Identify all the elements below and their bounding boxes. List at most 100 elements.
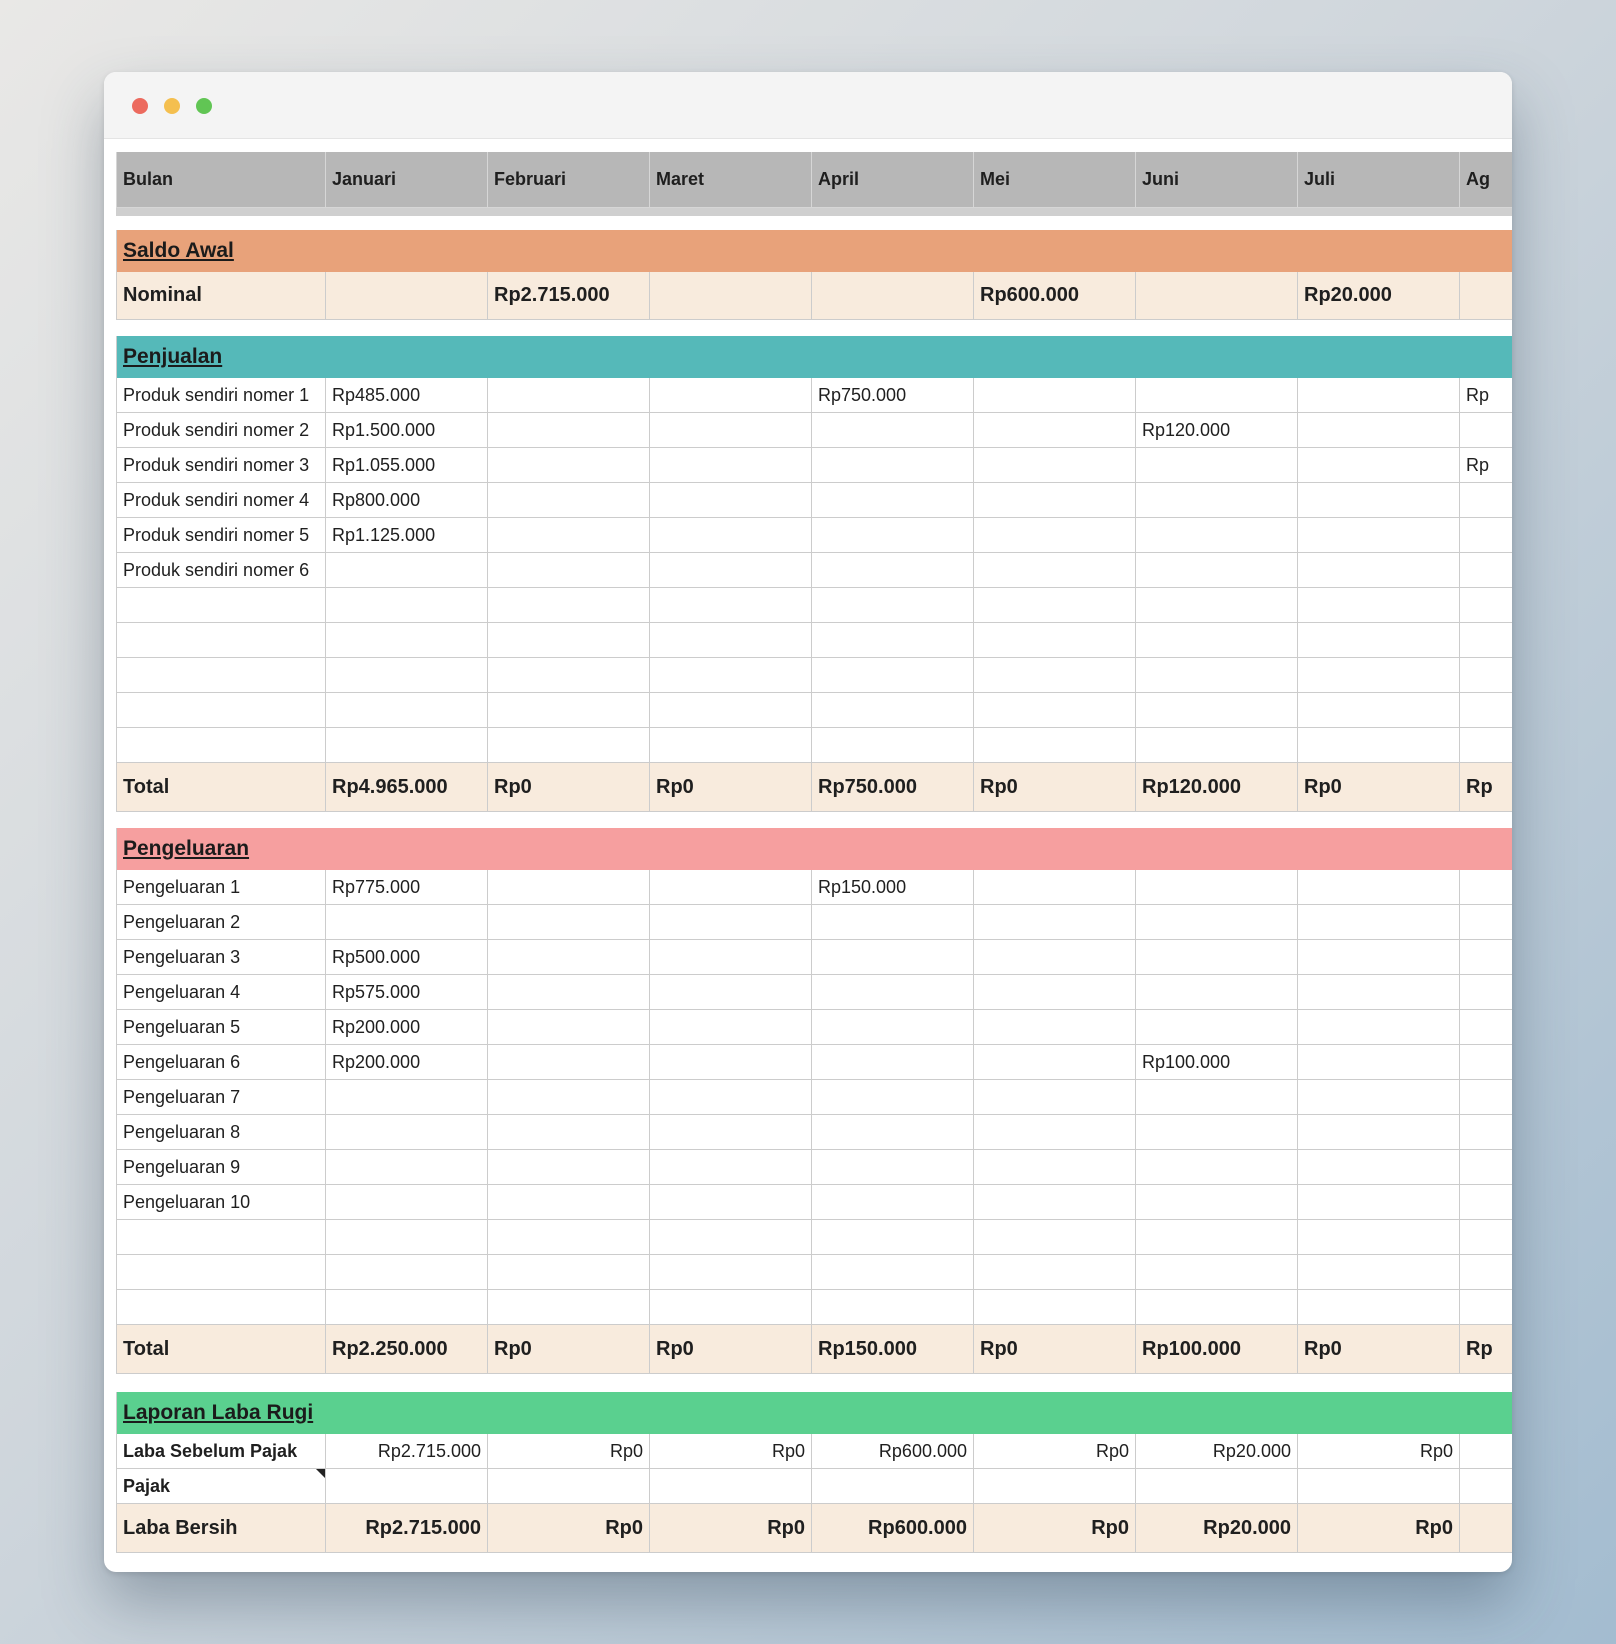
penjualan-item-cell[interactable] xyxy=(1460,623,1512,658)
pengeluaran-item-label[interactable]: Pengeluaran 6 xyxy=(116,1045,326,1080)
pengeluaran-item-cell[interactable] xyxy=(1460,870,1512,905)
pengeluaran-total-cell[interactable]: Rp0 xyxy=(974,1325,1136,1374)
penjualan-item-cell[interactable] xyxy=(1298,518,1460,553)
penjualan-item-cell[interactable] xyxy=(326,623,488,658)
pengeluaran-item-label[interactable] xyxy=(116,1255,326,1290)
penjualan-item-cell[interactable] xyxy=(812,693,974,728)
header-month[interactable]: Maret xyxy=(650,152,812,208)
penjualan-item-cell[interactable] xyxy=(326,728,488,763)
pengeluaran-item-cell[interactable] xyxy=(488,1255,650,1290)
saldo-awal-nominal-cell[interactable]: Rp20.000 xyxy=(1298,272,1460,320)
pengeluaran-item-cell[interactable] xyxy=(650,1010,812,1045)
penjualan-item-label[interactable]: Produk sendiri nomer 6 xyxy=(116,553,326,588)
penjualan-item-cell[interactable] xyxy=(1136,588,1298,623)
penjualan-item-cell[interactable]: Rp xyxy=(1460,378,1512,413)
pengeluaran-item-cell[interactable] xyxy=(1136,1185,1298,1220)
pengeluaran-item-cell[interactable] xyxy=(488,1010,650,1045)
pengeluaran-item-cell[interactable] xyxy=(974,975,1136,1010)
pengeluaran-item-cell[interactable] xyxy=(1298,1080,1460,1115)
header-month[interactable]: Februari xyxy=(488,152,650,208)
penjualan-item-cell[interactable] xyxy=(974,483,1136,518)
saldo-awal-nominal-cell[interactable] xyxy=(812,272,974,320)
penjualan-item-cell[interactable]: Rp485.000 xyxy=(326,378,488,413)
pengeluaran-total-cell[interactable]: Rp0 xyxy=(488,1325,650,1374)
penjualan-item-cell[interactable] xyxy=(1298,483,1460,518)
pengeluaran-item-cell[interactable] xyxy=(488,1080,650,1115)
pengeluaran-item-cell[interactable] xyxy=(1136,1255,1298,1290)
penjualan-item-cell[interactable] xyxy=(812,413,974,448)
pengeluaran-item-cell[interactable] xyxy=(974,1290,1136,1325)
penjualan-item-label[interactable] xyxy=(116,588,326,623)
penjualan-item-cell[interactable] xyxy=(812,448,974,483)
pengeluaran-item-cell[interactable] xyxy=(974,1010,1136,1045)
pengeluaran-item-cell[interactable] xyxy=(974,1115,1136,1150)
penjualan-item-cell[interactable] xyxy=(326,693,488,728)
pengeluaran-item-cell[interactable] xyxy=(974,1255,1136,1290)
penjualan-item-cell[interactable] xyxy=(326,553,488,588)
laba-bersih-cell[interactable]: Rp0 xyxy=(1298,1504,1460,1553)
penjualan-item-cell[interactable] xyxy=(812,588,974,623)
laba-sebelum-pajak-cell[interactable]: Rp0 xyxy=(650,1434,812,1469)
pengeluaran-total-cell[interactable]: Rp150.000 xyxy=(812,1325,974,1374)
pengeluaran-item-cell[interactable]: Rp200.000 xyxy=(326,1045,488,1080)
penjualan-item-cell[interactable] xyxy=(974,588,1136,623)
penjualan-item-cell[interactable]: Rp xyxy=(1460,448,1512,483)
pengeluaran-item-cell[interactable] xyxy=(974,940,1136,975)
penjualan-item-cell[interactable] xyxy=(974,728,1136,763)
pengeluaran-item-cell[interactable] xyxy=(326,1290,488,1325)
penjualan-item-cell[interactable] xyxy=(1460,658,1512,693)
penjualan-item-cell[interactable] xyxy=(650,553,812,588)
penjualan-item-label[interactable]: Produk sendiri nomer 2 xyxy=(116,413,326,448)
pajak-cell[interactable] xyxy=(974,1469,1136,1504)
penjualan-total-cell[interactable]: Rp0 xyxy=(650,763,812,812)
pengeluaran-item-cell[interactable] xyxy=(650,1220,812,1255)
penjualan-item-cell[interactable] xyxy=(1136,483,1298,518)
pengeluaran-item-cell[interactable] xyxy=(974,1220,1136,1255)
penjualan-item-cell[interactable] xyxy=(1136,553,1298,588)
pengeluaran-item-cell[interactable] xyxy=(1298,975,1460,1010)
pengeluaran-item-cell[interactable] xyxy=(812,1185,974,1220)
saldo-awal-nominal-cell[interactable]: Rp2.715.000 xyxy=(488,272,650,320)
pengeluaran-item-label[interactable]: Pengeluaran 3 xyxy=(116,940,326,975)
pengeluaran-item-cell[interactable] xyxy=(488,1045,650,1080)
penjualan-item-cell[interactable] xyxy=(1136,693,1298,728)
laba-bersih-label[interactable]: Laba Bersih xyxy=(116,1504,326,1553)
penjualan-item-cell[interactable] xyxy=(974,623,1136,658)
pengeluaran-item-cell[interactable] xyxy=(1460,1010,1512,1045)
penjualan-item-cell[interactable] xyxy=(812,518,974,553)
penjualan-item-cell[interactable] xyxy=(1460,518,1512,553)
penjualan-item-cell[interactable] xyxy=(650,518,812,553)
pajak-cell[interactable] xyxy=(650,1469,812,1504)
pengeluaran-item-cell[interactable]: Rp500.000 xyxy=(326,940,488,975)
pengeluaran-item-cell[interactable] xyxy=(488,940,650,975)
close-window-button[interactable] xyxy=(132,98,148,114)
penjualan-total-cell[interactable]: Rp xyxy=(1460,763,1512,812)
pengeluaran-item-cell[interactable] xyxy=(488,905,650,940)
pajak-cell[interactable] xyxy=(1298,1469,1460,1504)
pengeluaran-item-cell[interactable] xyxy=(974,905,1136,940)
pengeluaran-item-cell[interactable] xyxy=(488,975,650,1010)
pengeluaran-item-cell[interactable] xyxy=(326,1255,488,1290)
penjualan-total-cell[interactable]: Rp0 xyxy=(488,763,650,812)
penjualan-item-label[interactable]: Produk sendiri nomer 1 xyxy=(116,378,326,413)
penjualan-item-cell[interactable] xyxy=(812,623,974,658)
pengeluaran-item-cell[interactable] xyxy=(974,870,1136,905)
pengeluaran-item-cell[interactable] xyxy=(1298,905,1460,940)
pengeluaran-item-cell[interactable] xyxy=(488,1150,650,1185)
pengeluaran-item-cell[interactable] xyxy=(1460,905,1512,940)
penjualan-item-cell[interactable] xyxy=(1136,378,1298,413)
laba-bersih-cell[interactable]: Rp0 xyxy=(650,1504,812,1553)
pengeluaran-total-cell[interactable]: Rp2.250.000 xyxy=(326,1325,488,1374)
pengeluaran-item-cell[interactable] xyxy=(1136,1220,1298,1255)
laba-sebelum-pajak-cell[interactable]: Rp0 xyxy=(488,1434,650,1469)
header-month[interactable]: Januari xyxy=(326,152,488,208)
penjualan-item-cell[interactable] xyxy=(650,658,812,693)
pengeluaran-item-cell[interactable] xyxy=(812,1080,974,1115)
pengeluaran-item-cell[interactable] xyxy=(326,1185,488,1220)
laba-bersih-cell[interactable]: Rp0 xyxy=(488,1504,650,1553)
penjualan-item-cell[interactable] xyxy=(1460,483,1512,518)
pengeluaran-item-cell[interactable] xyxy=(1136,1080,1298,1115)
pengeluaran-item-cell[interactable] xyxy=(1136,975,1298,1010)
laba-bersih-cell[interactable] xyxy=(1460,1504,1512,1553)
saldo-awal-nominal-label[interactable]: Nominal xyxy=(116,272,326,320)
